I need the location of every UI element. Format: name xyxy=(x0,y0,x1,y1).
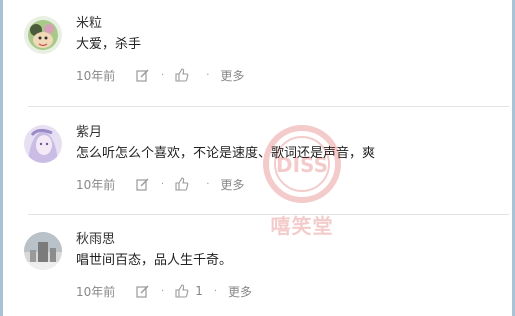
timestamp: 10年前 xyxy=(76,284,116,299)
comment-item: 米粒 大爱，杀手 10年前 · · 更多 xyxy=(24,16,509,96)
anime-avatar-icon xyxy=(24,125,62,163)
username[interactable]: 紫月 xyxy=(76,125,102,141)
comment-divider xyxy=(28,214,509,215)
separator-dot: · xyxy=(206,69,210,81)
user-avatar[interactable] xyxy=(24,125,62,163)
separator-dot: · xyxy=(206,178,210,190)
timestamp: 10年前 xyxy=(76,177,116,192)
reply-edit-icon[interactable] xyxy=(136,177,150,191)
username[interactable]: 米粒 xyxy=(76,16,102,32)
separator-dot: · xyxy=(161,69,165,81)
separator-dot: · xyxy=(161,178,165,190)
comment-divider xyxy=(28,106,509,107)
more-link[interactable]: 更多 xyxy=(228,283,252,300)
comment-text: 怎么听怎么个喜欢，不论是速度、歌词还是声音，爽 xyxy=(76,146,376,161)
user-avatar[interactable] xyxy=(24,16,62,54)
cartoon-avatar-icon xyxy=(24,16,62,54)
comment-item: 紫月 怎么听怎么个喜欢，不论是速度、歌词还是声音，爽 10年前 · · 更多 xyxy=(24,125,509,205)
comment-actions: 10年前 · · 更多 xyxy=(76,67,244,83)
separator-dot: · xyxy=(161,285,165,297)
more-link[interactable]: 更多 xyxy=(220,176,244,193)
reply-edit-icon[interactable] xyxy=(136,284,150,298)
comment-text: 大爱，杀手 xyxy=(76,37,142,52)
user-avatar[interactable] xyxy=(24,232,62,270)
reply-edit-icon[interactable] xyxy=(136,68,150,82)
username[interactable]: 秋雨思 xyxy=(76,232,115,248)
like-count: 1 xyxy=(195,284,203,298)
more-link[interactable]: 更多 xyxy=(220,67,244,84)
comment-actions: 10年前 · 1 · 更多 xyxy=(76,283,252,299)
thumbs-up-icon[interactable] xyxy=(175,177,189,191)
comment-actions: 10年前 · · 更多 xyxy=(76,176,244,192)
photo-avatar-icon xyxy=(24,232,62,270)
window-frame-left xyxy=(0,0,3,316)
thumbs-up-icon[interactable] xyxy=(175,68,189,82)
thumbs-up-icon[interactable] xyxy=(175,284,189,298)
comment-text: 唱世间百态，品人生千奇。 xyxy=(76,253,233,268)
separator-dot: · xyxy=(213,285,218,297)
comment-item: 秋雨思 唱世间百态，品人生千奇。 10年前 · 1 · 更多 xyxy=(24,232,509,312)
timestamp: 10年前 xyxy=(76,68,116,83)
